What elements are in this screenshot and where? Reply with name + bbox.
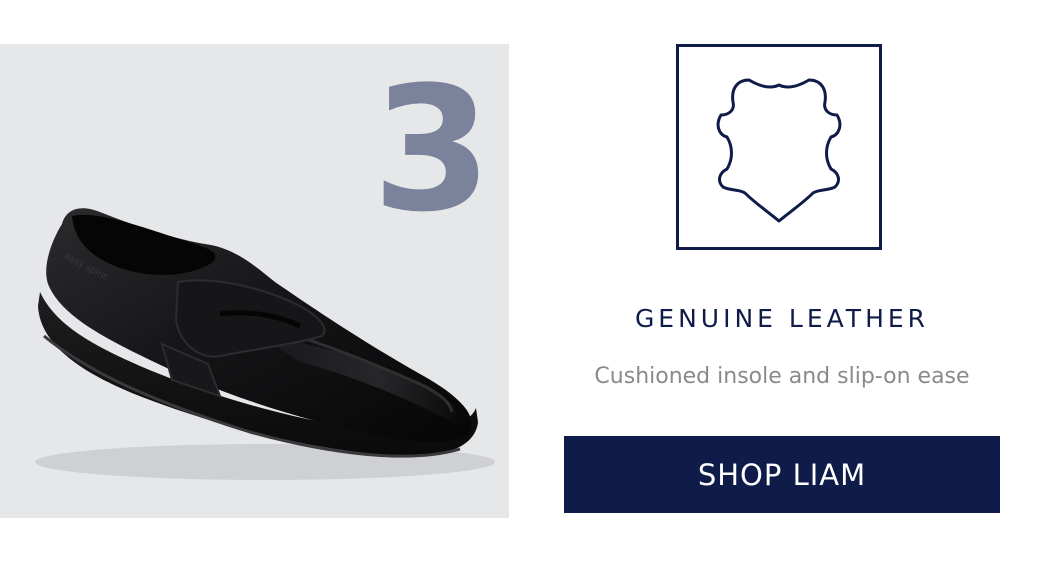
feature-icon-frame: [676, 44, 882, 250]
feature-description: Cushioned insole and slip-on ease: [594, 364, 970, 389]
product-image-panel: 3 easy spirit: [0, 44, 509, 518]
leather-hide-icon: [716, 78, 842, 223]
feature-title: GENUINE LEATHER: [634, 304, 930, 333]
loafer-shoe-image: easy spirit: [35, 208, 495, 480]
shop-liam-button[interactable]: SHOP LIAM: [564, 436, 1000, 513]
